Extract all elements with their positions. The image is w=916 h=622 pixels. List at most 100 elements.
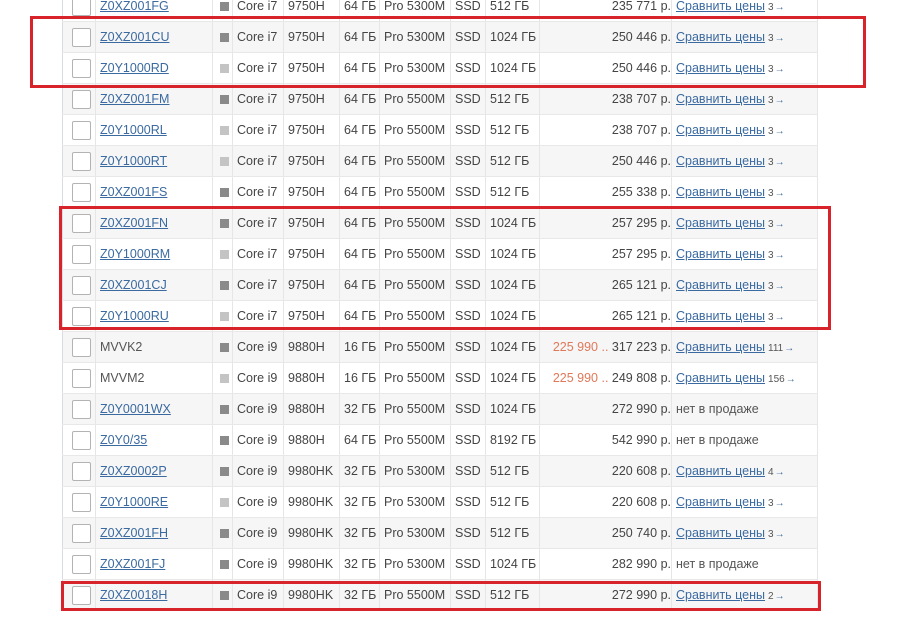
arrow-right-icon[interactable]: → xyxy=(775,33,785,44)
compare-prices-link[interactable]: Сравнить цены xyxy=(676,278,765,292)
compare-prices-link[interactable]: Сравнить цены xyxy=(676,216,765,230)
checkbox[interactable] xyxy=(71,554,91,574)
cpu-cell: Core i7 xyxy=(232,83,284,115)
compare-prices-link[interactable]: Сравнить цены xyxy=(676,526,765,540)
checkbox[interactable] xyxy=(71,151,91,171)
arrow-right-icon[interactable]: → xyxy=(775,95,785,106)
checkbox[interactable] xyxy=(71,492,91,512)
color-cell xyxy=(212,362,233,394)
sku-cell: Z0XZ0002P xyxy=(95,455,213,487)
compare-prices-link[interactable]: Сравнить цены xyxy=(676,154,765,168)
checkbox[interactable] xyxy=(71,213,91,233)
arrow-right-icon[interactable]: → xyxy=(775,591,785,602)
compare-prices-link[interactable]: Сравнить цены xyxy=(676,371,765,385)
sku-link[interactable]: Z0XZ001CU xyxy=(100,30,169,44)
arrow-right-icon[interactable]: → xyxy=(775,498,785,509)
sku-link[interactable]: Z0XZ001FM xyxy=(100,92,169,106)
ram-cell: 64 ГБ xyxy=(339,176,380,208)
sku-link[interactable]: Z0Y0001WX xyxy=(100,402,171,416)
gpu-cell: Pro 5500M xyxy=(379,331,451,363)
compare-prices-link[interactable]: Сравнить цены xyxy=(676,185,765,199)
color-swatch xyxy=(220,2,229,12)
table-row: Z0XZ001CU Core i7 9750H 64 ГБ Pro 5300M SSD 10… xyxy=(62,21,818,53)
offers-count: 3 xyxy=(768,126,774,137)
sku-link[interactable]: Z0XZ001FS xyxy=(100,185,167,199)
arrow-right-icon[interactable]: → xyxy=(775,219,785,230)
sku-link[interactable]: Z0XZ0018H xyxy=(100,588,167,602)
row-checkbox xyxy=(62,455,96,487)
arrow-right-icon[interactable]: → xyxy=(775,126,785,137)
sku-link[interactable]: Z0XZ001CJ xyxy=(100,278,167,292)
compare-prices-link[interactable]: Сравнить цены xyxy=(676,495,765,509)
checkbox[interactable] xyxy=(71,120,91,140)
gpu-cell: Pro 5300M xyxy=(379,21,451,53)
checkbox[interactable] xyxy=(71,523,91,543)
sku-link[interactable]: Z0XZ001FN xyxy=(100,216,168,230)
price-cell: 282 990 р. xyxy=(539,548,672,580)
arrow-right-icon[interactable]: → xyxy=(775,2,785,13)
arrow-right-icon[interactable]: → xyxy=(775,157,785,168)
checkbox[interactable] xyxy=(71,0,91,16)
checkbox[interactable] xyxy=(71,275,91,295)
offers-count: 4 xyxy=(768,467,774,478)
price-value: 250 740 р. xyxy=(611,526,671,540)
arrow-right-icon[interactable]: → xyxy=(775,188,785,199)
sku-link[interactable]: Z0Y1000RL xyxy=(100,123,167,137)
price-cell: 250 446 р. xyxy=(539,21,672,53)
arrow-right-icon[interactable]: → xyxy=(775,312,785,323)
compare-prices-link[interactable]: Сравнить цены xyxy=(676,247,765,261)
arrow-right-icon[interactable]: → xyxy=(775,467,785,478)
compare-prices-link[interactable]: Сравнить цены xyxy=(676,464,765,478)
checkbox[interactable] xyxy=(71,306,91,326)
price-cell: 272 990 р. xyxy=(539,393,672,425)
gpu-cell: Pro 5500M xyxy=(379,145,451,177)
compare-prices-link[interactable]: Сравнить цены xyxy=(676,0,765,13)
color-cell xyxy=(212,52,233,84)
checkbox[interactable] xyxy=(71,461,91,481)
ram-cell: 64 ГБ xyxy=(339,52,380,84)
arrow-right-icon[interactable]: → xyxy=(775,64,785,75)
checkbox[interactable] xyxy=(71,27,91,47)
row-checkbox xyxy=(62,300,96,332)
sku-link[interactable]: Z0Y0/35 xyxy=(100,433,147,447)
arrow-right-icon[interactable]: → xyxy=(784,343,794,354)
compare-cell: Сравнить цены 3→ xyxy=(671,52,818,84)
arrow-right-icon[interactable]: → xyxy=(775,250,785,261)
arrow-right-icon[interactable]: → xyxy=(775,281,785,292)
compare-prices-link[interactable]: Сравнить цены xyxy=(676,123,765,137)
ram-cell: 64 ГБ xyxy=(339,145,380,177)
checkbox[interactable] xyxy=(71,244,91,264)
checkbox[interactable] xyxy=(71,89,91,109)
compare-prices-link[interactable]: Сравнить цены xyxy=(676,309,765,323)
checkbox[interactable] xyxy=(71,399,91,419)
checkbox[interactable] xyxy=(71,182,91,202)
sku-link[interactable]: Z0Y1000RE xyxy=(100,495,168,509)
checkbox[interactable] xyxy=(71,368,91,388)
sku-link[interactable]: Z0Y1000RU xyxy=(100,309,169,323)
price-value: 238 707 р. xyxy=(611,123,671,137)
compare-prices-link[interactable]: Сравнить цены xyxy=(676,588,765,602)
sku-link[interactable]: Z0Y1000RM xyxy=(100,247,170,261)
sku-link[interactable]: Z0XZ001FG xyxy=(100,0,169,13)
storage-size-cell: 1024 ГБ xyxy=(485,207,540,239)
checkbox[interactable] xyxy=(71,58,91,78)
storage-type-cell: SSD xyxy=(450,548,486,580)
checkbox[interactable] xyxy=(71,337,91,357)
checkbox[interactable] xyxy=(71,430,91,450)
arrow-right-icon[interactable]: → xyxy=(786,374,796,385)
arrow-right-icon[interactable]: → xyxy=(775,529,785,540)
color-cell xyxy=(212,83,233,115)
compare-prices-link[interactable]: Сравнить цены xyxy=(676,92,765,106)
compare-prices-link[interactable]: Сравнить цены xyxy=(676,340,765,354)
ram-cell: 32 ГБ xyxy=(339,455,380,487)
sku-link[interactable]: Z0Y1000RT xyxy=(100,154,167,168)
sku-link[interactable]: Z0Y1000RD xyxy=(100,61,169,75)
checkbox[interactable] xyxy=(71,585,91,605)
sku-link[interactable]: Z0XZ001FJ xyxy=(100,557,165,571)
not-on-sale-text: нет в продаже xyxy=(676,433,759,447)
sku-link[interactable]: Z0XZ001FH xyxy=(100,526,168,540)
compare-prices-link[interactable]: Сравнить цены xyxy=(676,61,765,75)
compare-prices-link[interactable]: Сравнить цены xyxy=(676,30,765,44)
price-cell: 238 707 р. xyxy=(539,114,672,146)
sku-link[interactable]: Z0XZ0002P xyxy=(100,464,167,478)
